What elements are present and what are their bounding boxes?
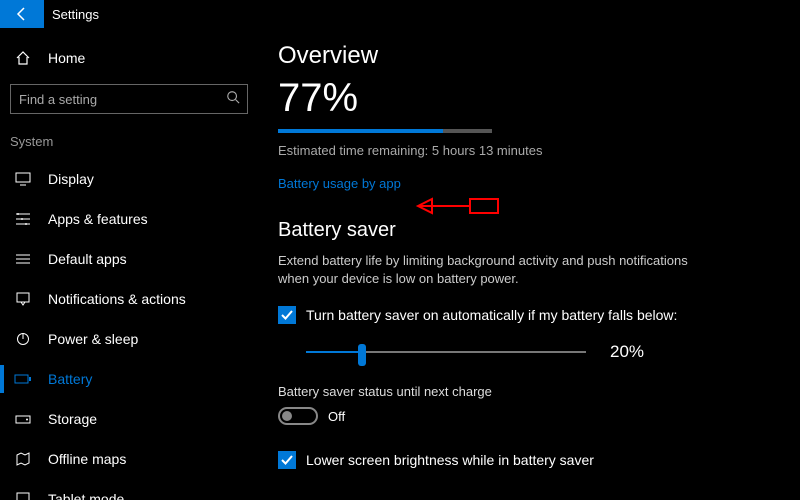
search-icon	[226, 90, 240, 107]
nav-list: Display Apps & features Default apps Not…	[0, 159, 258, 500]
overview-heading: Overview	[278, 42, 780, 70]
window-title: Settings	[44, 7, 99, 22]
apps-icon	[14, 212, 32, 226]
battery-saver-description: Extend battery life by limiting backgrou…	[278, 252, 698, 288]
nav-item-tablet-mode[interactable]: Tablet mode	[0, 479, 258, 500]
battery-bar	[278, 129, 492, 133]
slider-thumb[interactable]	[358, 344, 366, 366]
back-button[interactable]	[0, 0, 44, 28]
time-remaining: Estimated time remaining: 5 hours 13 min…	[278, 143, 780, 158]
nav-item-battery[interactable]: Battery	[0, 359, 258, 399]
lower-brightness-checkbox[interactable]	[278, 451, 296, 469]
saver-status-toggle[interactable]	[278, 407, 318, 425]
battery-percent: 77%	[278, 76, 780, 121]
home-icon	[14, 50, 32, 66]
nav-item-apps[interactable]: Apps & features	[0, 199, 258, 239]
arrow-left-icon	[14, 6, 30, 22]
battery-usage-link[interactable]: Battery usage by app	[278, 176, 401, 191]
auto-on-label: Turn battery saver on automatically if m…	[306, 307, 677, 323]
display-icon	[14, 172, 32, 186]
auto-on-checkbox[interactable]	[278, 306, 296, 324]
tablet-icon	[14, 492, 32, 500]
notifications-icon	[14, 292, 32, 306]
nav-item-offline-maps[interactable]: Offline maps	[0, 439, 258, 479]
power-icon	[14, 331, 32, 347]
nav-item-power[interactable]: Power & sleep	[0, 319, 258, 359]
default-apps-icon	[14, 252, 32, 266]
battery-saver-heading: Battery saver	[278, 219, 780, 242]
check-icon	[280, 453, 294, 467]
sidebar: Home System Display Apps & features Defa…	[0, 28, 258, 500]
threshold-value: 20%	[610, 342, 644, 362]
battery-bar-fill	[278, 129, 443, 133]
battery-icon	[14, 373, 32, 385]
maps-icon	[14, 452, 32, 466]
section-label: System	[0, 132, 258, 159]
main-content: Overview 77% Estimated time remaining: 5…	[258, 28, 800, 500]
search-input[interactable]	[10, 84, 248, 114]
nav-item-display[interactable]: Display	[0, 159, 258, 199]
nav-home-label: Home	[48, 50, 85, 66]
nav-home[interactable]: Home	[0, 40, 258, 84]
lower-brightness-label: Lower screen brightness while in battery…	[306, 452, 594, 468]
threshold-slider[interactable]	[306, 351, 586, 353]
check-icon	[280, 308, 294, 322]
storage-icon	[14, 413, 32, 425]
nav-item-notifications[interactable]: Notifications & actions	[0, 279, 258, 319]
saver-status-value: Off	[328, 409, 345, 424]
nav-item-storage[interactable]: Storage	[0, 399, 258, 439]
saver-status-label: Battery saver status until next charge	[278, 384, 780, 399]
nav-item-default-apps[interactable]: Default apps	[0, 239, 258, 279]
